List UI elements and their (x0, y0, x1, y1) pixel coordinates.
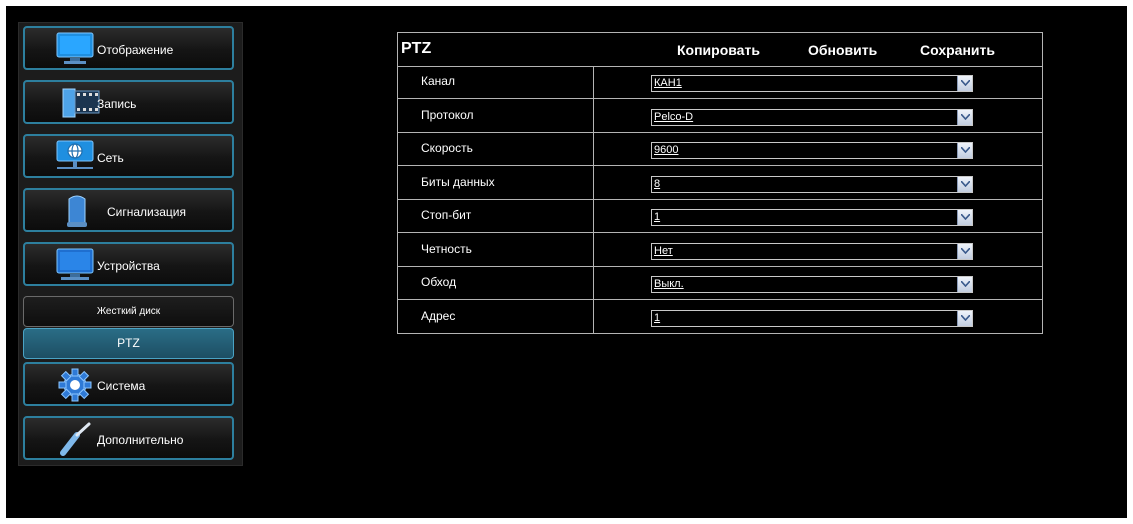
settings-row-protocol: Протокол Pelco-D (398, 100, 1042, 133)
row-label: Обход (421, 275, 457, 289)
parity-select[interactable]: Нет (651, 242, 973, 260)
select-value: 1 (654, 311, 661, 324)
select-value: 8 (654, 177, 661, 190)
dvr-settings-screen: Отображение Запись Сеть Сигнализация Уст… (6, 6, 1127, 518)
sidebar: Отображение Запись Сеть Сигнализация Уст… (18, 22, 243, 466)
bypass-select[interactable]: Выкл. (651, 276, 973, 293)
row-label: Скорость (421, 141, 473, 155)
row-label: Стоп-бит (421, 208, 472, 222)
menu-label: Система (97, 379, 146, 393)
row-label: Адрес (421, 308, 456, 323)
menu-label: Отображение (97, 43, 174, 57)
copy-button[interactable]: Копировать (677, 42, 760, 58)
menu-record-button[interactable]: Запись (23, 80, 234, 124)
settings-row-parity: Четность Нет (398, 234, 1042, 267)
device-monitor-icon (55, 247, 99, 283)
panel-header: PTZ Копировать Обновить Сохранить (398, 33, 1042, 67)
menu-system-button[interactable]: Система (23, 362, 234, 406)
chevron-down-icon[interactable] (957, 243, 972, 259)
menu-display-button[interactable]: Отображение (23, 26, 234, 70)
screwdriver-icon (55, 421, 99, 457)
select-value: КАН1 (654, 77, 682, 89)
select-value: 9600 (654, 144, 679, 156)
chevron-down-icon[interactable] (957, 143, 972, 158)
select-value: Pelco-D (654, 110, 694, 123)
chevron-down-icon[interactable] (957, 109, 972, 125)
menu-network-button[interactable]: Сеть (23, 134, 234, 178)
baud-rate-select[interactable]: 9600 (651, 142, 973, 159)
settings-row-bypass: Обход Выкл. (398, 267, 1042, 300)
menu-label: Сигнализация (107, 205, 187, 219)
refresh-button[interactable]: Обновить (808, 42, 877, 58)
settings-row-channel: Канал КАН1 (398, 66, 1042, 99)
submenu-hdd-button[interactable]: Жесткий диск (23, 296, 234, 327)
settings-row-stop-bits: Стоп-бит 1 (398, 200, 1042, 233)
menu-devices-button[interactable]: Устройства (23, 242, 234, 286)
chevron-down-icon[interactable] (957, 310, 972, 326)
alarm-siren-icon (55, 193, 99, 229)
menu-alarm-button[interactable]: Сигнализация (23, 188, 234, 232)
data-bits-select[interactable]: 8 (651, 175, 973, 193)
select-value: 1 (654, 211, 661, 223)
save-button[interactable]: Сохранить (920, 42, 995, 58)
chevron-down-icon[interactable] (957, 176, 972, 192)
select-value: Нет (654, 244, 673, 257)
network-globe-icon (55, 139, 99, 175)
gear-icon (55, 367, 99, 403)
row-label: Канал (421, 74, 455, 88)
protocol-select[interactable]: Pelco-D (651, 108, 973, 126)
select-value: Выкл. (654, 278, 684, 290)
row-label: Биты данных (421, 174, 495, 189)
chevron-down-icon[interactable] (957, 277, 972, 292)
page-title: PTZ (401, 40, 432, 57)
monitor-icon (55, 31, 99, 67)
chevron-down-icon[interactable] (957, 210, 972, 225)
submenu-label: Жесткий диск (96, 306, 161, 317)
submenu-label: PTZ (117, 336, 140, 350)
menu-label: Сеть (97, 151, 124, 165)
menu-label: Запись (97, 97, 137, 111)
submenu-ptz-button[interactable]: PTZ (23, 328, 234, 359)
settings-row-baud-rate: Скорость 9600 (398, 133, 1042, 166)
chevron-down-icon[interactable] (957, 76, 972, 91)
channel-select[interactable]: КАН1 (651, 75, 973, 92)
settings-row-address: Адрес 1 (398, 301, 1042, 334)
menu-advanced-button[interactable]: Дополнительно (23, 416, 234, 460)
address-select[interactable]: 1 (651, 309, 973, 327)
settings-row-data-bits: Биты данных 8 (398, 167, 1042, 200)
ptz-settings-panel: PTZ Копировать Обновить Сохранить Канал К… (397, 32, 1043, 334)
row-label: Четность (421, 241, 472, 256)
menu-label: Дополнительно (97, 433, 184, 447)
stop-bits-select[interactable]: 1 (651, 209, 973, 226)
row-label: Протокол (421, 107, 474, 122)
menu-label: Устройства (97, 259, 160, 273)
